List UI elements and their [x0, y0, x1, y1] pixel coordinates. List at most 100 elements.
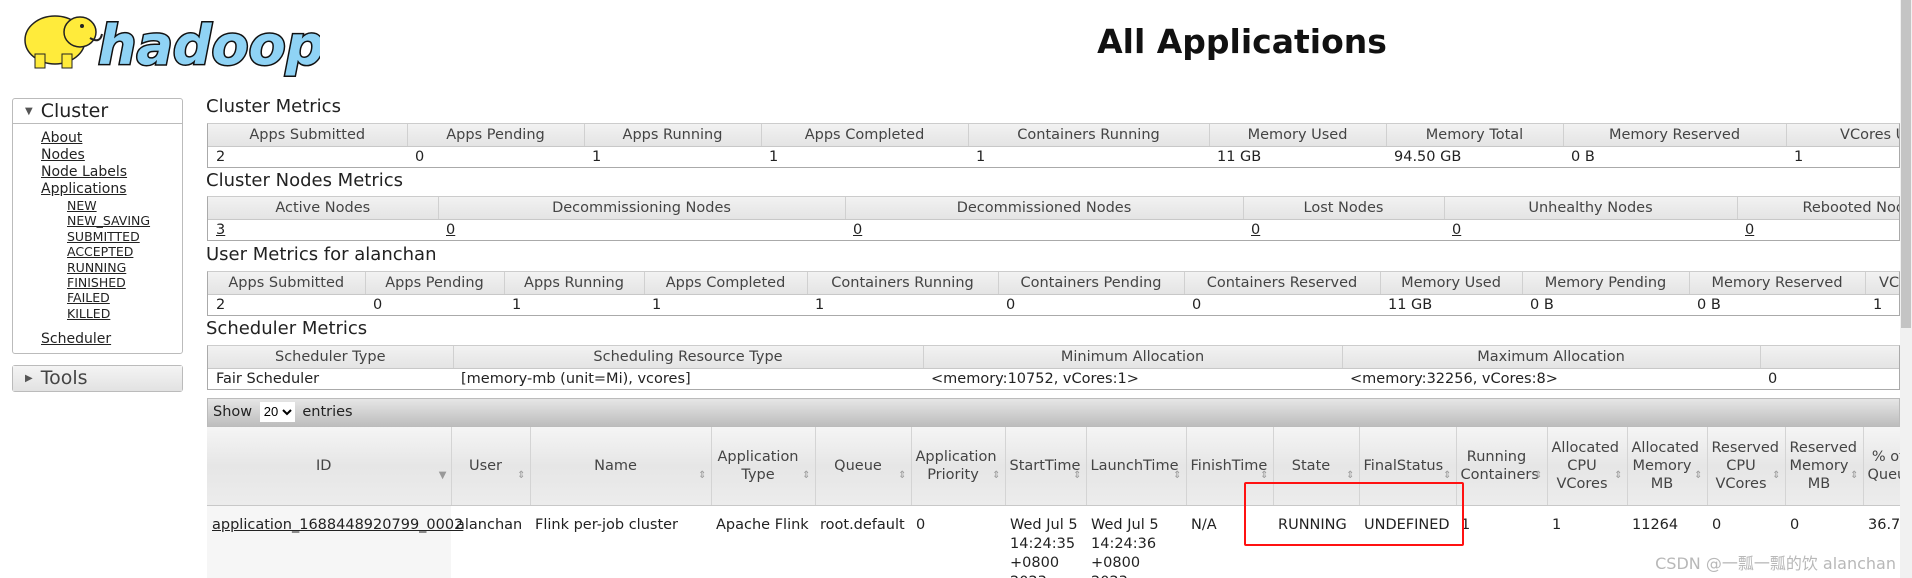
nav-state-running[interactable]: RUNNING — [41, 260, 182, 275]
column-header-allocated-memory-mb[interactable]: Allocated Memory MB ⇕ — [1627, 427, 1708, 506]
cell-value: Apache Flink — [716, 516, 809, 533]
column-header: Memory Used — [1380, 272, 1523, 295]
column-header-queue[interactable]: Queue ⇕ — [815, 427, 912, 506]
nav-link-about[interactable]: About — [41, 130, 182, 147]
metric-value: 0 B — [1697, 296, 1721, 313]
metric-link[interactable]: 0 — [1452, 222, 1461, 238]
cell-value: alanchan — [456, 516, 523, 533]
column-header-reserved-memory-mb[interactable]: Reserved Memory MB ⇕ — [1785, 427, 1864, 506]
column-header: VCores Used — [1786, 124, 1899, 147]
metric-value: 2 — [216, 296, 226, 313]
column-header-label: Allocated CPU VCores — [1551, 439, 1620, 492]
sort-desc-icon: ▼ — [438, 469, 447, 481]
column-header--of-queue[interactable]: % of Queue⇕ — [1863, 427, 1900, 506]
cluster-metrics-table: Apps Submitted Apps Pending Apps Running Ap… — [207, 123, 1900, 168]
metric-cell: 1 — [504, 294, 644, 315]
column-header-label: LaunchTime — [1090, 457, 1179, 474]
metric-value: 0 — [1768, 370, 1778, 387]
column-header — [1760, 346, 1899, 369]
column-header-label: Reserved CPU VCores — [1711, 439, 1780, 492]
metric-value: 0 — [1192, 296, 1202, 313]
triangle-down-icon: ▼ — [25, 106, 33, 117]
column-header: Lost Nodes — [1243, 197, 1445, 220]
column-header-application-priority[interactable]: Application Priority ⇕ — [911, 427, 1006, 506]
column-header: Decommissioned Nodes — [845, 197, 1244, 220]
metric-value: <memory:32256, vCores:8> — [1350, 370, 1558, 387]
vertical-scrollbar[interactable] — [1900, 0, 1912, 578]
metric-link[interactable]: 3 — [216, 222, 225, 238]
nav-state-submitted[interactable]: SUBMITTED — [41, 229, 182, 244]
nav-state-failed[interactable]: FAILED — [41, 290, 182, 305]
column-header-name[interactable]: Name ⇕ — [530, 427, 712, 506]
metric-link[interactable]: 0 — [1745, 222, 1754, 238]
table-cell: alanchan — [451, 505, 530, 578]
sort-icon: ⇕ — [1534, 469, 1543, 481]
column-header: Decommissioning Nodes — [438, 197, 846, 220]
metric-value: 1 — [512, 296, 522, 313]
metric-cell: 0 — [1444, 219, 1737, 240]
column-header: Scheduler Type — [208, 346, 454, 369]
cell-value: 11264 — [1632, 516, 1679, 533]
metric-cell: 1 — [584, 146, 761, 167]
column-header: Apps Running — [584, 124, 762, 147]
cell-value: 36.7 — [1868, 516, 1900, 533]
column-header: Minimum Allocation — [923, 346, 1343, 369]
metric-link[interactable]: 0 — [1251, 222, 1260, 238]
tools-nav-toggle[interactable]: ▶ Tools — [13, 366, 182, 391]
nav-link-node-labels[interactable]: Node Labels — [41, 164, 182, 181]
user-metrics-table: Apps Submitted Apps Pending Apps Running Ap… — [207, 271, 1900, 316]
metric-cell: 0 — [1243, 219, 1444, 240]
column-header: Apps Pending — [407, 124, 585, 147]
sort-icon: ⇕ — [992, 469, 1001, 481]
column-header-reserved-cpu-vcores[interactable]: Reserved CPU VCores ⇕ — [1707, 427, 1786, 506]
column-header-launchtime[interactable]: LaunchTime ⇕ — [1086, 427, 1187, 506]
metric-link[interactable]: 0 — [853, 222, 862, 238]
table-cell: Flink per-job cluster — [530, 505, 711, 578]
metric-value: 94.50 GB — [1394, 148, 1462, 165]
nav-state-killed[interactable]: KILLED — [41, 306, 182, 321]
metric-cell: 1 — [761, 146, 968, 167]
metric-value: 1 — [592, 148, 602, 165]
watermark: CSDN @一瓢一瓢的饮 alanchan — [1655, 554, 1896, 573]
sort-icon: ⇕ — [1614, 469, 1623, 481]
scrollbar-thumb[interactable] — [1901, 0, 1911, 328]
metric-value: 0 — [1006, 296, 1016, 313]
column-header: Memory Reserved — [1689, 272, 1866, 295]
column-header-running-containers[interactable]: Running Containers ⇕ — [1456, 427, 1548, 506]
column-header-allocated-cpu-vcores[interactable]: Allocated CPU VCores ⇕ — [1547, 427, 1628, 506]
metric-value: 11 GB — [1388, 296, 1433, 313]
nav-state-finished[interactable]: FINISHED — [41, 275, 182, 290]
nodes-metrics-table: Active Nodes Decommissioning Nodes Decommi… — [207, 196, 1900, 241]
metric-value: <memory:10752, vCores:1> — [931, 370, 1139, 387]
application-id-link[interactable]: application_1688448920799_0002 — [212, 517, 463, 533]
column-header: Apps Completed — [761, 124, 969, 147]
metric-cell: 1 — [1786, 146, 1899, 167]
nav-link-applications[interactable]: Applications — [41, 181, 182, 198]
metric-cell: 0 — [845, 219, 1243, 240]
sort-icon: ⇕ — [1694, 469, 1703, 481]
nav-link-nodes[interactable]: Nodes — [41, 147, 182, 164]
nav-state-new[interactable]: NEW — [41, 198, 182, 213]
column-header-id[interactable]: ID ▼ — [207, 427, 452, 506]
metric-cell: 1 — [807, 294, 998, 315]
hadoop-logo: hadoop — [24, 13, 320, 79]
metric-value: 11 GB — [1217, 148, 1262, 165]
column-header-starttime[interactable]: StartTime ⇕ — [1005, 427, 1087, 506]
metric-cell: <memory:10752, vCores:1> — [923, 368, 1342, 389]
metric-cell: 0 — [1760, 368, 1899, 389]
metric-cell: 0 — [998, 294, 1184, 315]
cell-value: Wed Jul 5 14:24:36 +0800 2023 — [1091, 516, 1159, 578]
column-header-user[interactable]: User ⇕ — [451, 427, 531, 506]
nav-state-new-saving[interactable]: NEW_SAVING — [41, 213, 182, 228]
entries-select[interactable]: 20 — [259, 401, 295, 422]
cell-value: 0 — [916, 516, 926, 533]
nav-state-accepted[interactable]: ACCEPTED — [41, 244, 182, 259]
table-row: application_1688448920799_0002 alanchan Fl… — [207, 505, 1900, 578]
column-header-application-type[interactable]: Application Type ⇕ — [711, 427, 816, 506]
metric-cell: 0 — [407, 146, 584, 167]
column-header: Apps Submitted — [208, 272, 366, 295]
metric-link[interactable]: 0 — [446, 222, 455, 238]
tools-nav: ▶ Tools — [12, 365, 183, 392]
cluster-nav-toggle[interactable]: ▼ Cluster — [13, 99, 182, 124]
nav-link-scheduler[interactable]: Scheduler — [41, 331, 182, 348]
